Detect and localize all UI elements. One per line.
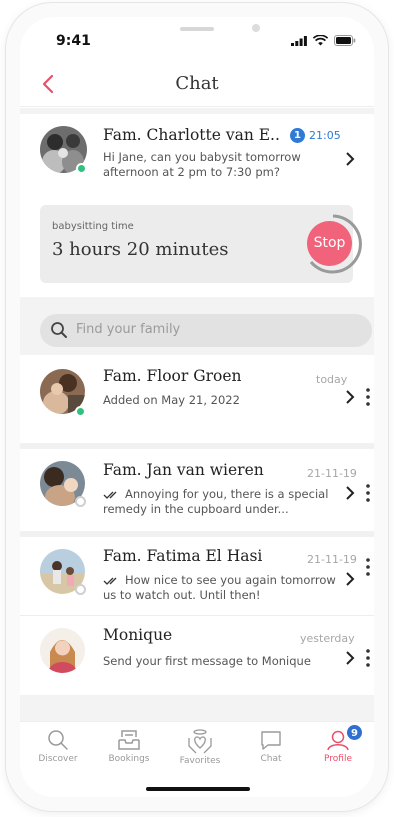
more-options-icon[interactable] xyxy=(365,648,371,668)
status-time: 9:41 xyxy=(56,33,91,49)
conversation-preview: How nice to see you again tomorrow us to… xyxy=(103,573,336,602)
stop-button[interactable]: Stop xyxy=(307,221,352,266)
chevron-right-icon[interactable] xyxy=(344,571,356,587)
bottom-tab-bar: Discover Bookings Favorites Chat Profile… xyxy=(20,721,374,797)
chevron-right-icon[interactable] xyxy=(344,485,356,501)
unread-badge: 1 xyxy=(290,128,305,143)
chevron-right-icon[interactable] xyxy=(344,650,356,666)
conversation-row[interactable]: Monique yesterday Send your first messag… xyxy=(20,615,374,695)
status-bar: 9:41 xyxy=(20,17,374,63)
tab-label: Profile xyxy=(324,754,352,764)
conversation-row[interactable]: Fam. Fatima El Hasi 21-11-19 How nice to… xyxy=(20,537,374,615)
app-screen: 9:41 Chat Fam. Charlotte van E.. 1 21:05… xyxy=(20,17,374,797)
list-end-spacer xyxy=(20,695,374,721)
search-placeholder: Find your family xyxy=(76,322,181,337)
more-options-icon[interactable] xyxy=(365,483,371,503)
notch-speaker xyxy=(180,27,214,31)
search-input[interactable]: Find your family xyxy=(40,314,372,347)
conversation-name: Fam. Fatima El Hasi xyxy=(103,547,263,565)
conversation-preview: Annoying for you, there is a special rem… xyxy=(103,487,329,516)
tab-label: Chat xyxy=(260,754,282,764)
inbox-icon xyxy=(118,730,140,750)
conversation-preview: Added on May 21, 2022 xyxy=(103,393,240,407)
conversation-date: yesterday xyxy=(300,632,355,645)
wifi-icon xyxy=(313,35,328,46)
chevron-right-icon[interactable] xyxy=(344,151,356,167)
speech-bubble-icon xyxy=(261,731,281,750)
avatar xyxy=(40,628,85,673)
notch-camera xyxy=(252,24,260,32)
chat-preview: Hi Jane, can you babysit tomorrow aftern… xyxy=(103,150,301,179)
chevron-right-icon[interactable] xyxy=(344,389,356,405)
timer-label: babysitting time xyxy=(52,221,134,232)
conversation-row[interactable]: Fam. Jan van wieren 21-11-19 Annoying fo… xyxy=(20,449,374,531)
active-chat-card[interactable]: Fam. Charlotte van E.. 1 21:05 Hi Jane, … xyxy=(20,114,374,297)
tab-label: Bookings xyxy=(108,754,150,764)
babysitting-timer: babysitting time 3 hours 20 minutes Stop xyxy=(40,205,362,283)
conversation-date: 21-11-19 xyxy=(307,467,357,480)
battery-icon xyxy=(334,35,356,46)
tab-chat[interactable]: Chat xyxy=(243,728,299,778)
signal-icon xyxy=(291,35,307,46)
tab-discover[interactable]: Discover xyxy=(30,728,86,778)
tab-bookings[interactable]: Bookings xyxy=(101,728,157,778)
conversation-preview: Send your first message to Monique xyxy=(103,654,311,668)
conversation-name: Monique xyxy=(103,626,173,644)
more-options-icon[interactable] xyxy=(365,387,371,407)
online-status-dot xyxy=(76,163,87,174)
conversation-date: 21-11-19 xyxy=(307,553,357,566)
online-status-dot xyxy=(75,406,86,417)
tab-label: Favorites xyxy=(179,756,221,766)
conversation-name: Fam. Jan van wieren xyxy=(103,461,264,479)
tab-favorites[interactable]: Favorites xyxy=(172,728,228,778)
chat-name: Fam. Charlotte van E.. xyxy=(103,126,280,144)
notification-badge: 9 xyxy=(346,724,363,741)
timer-value: 3 hours 20 minutes xyxy=(52,239,229,260)
tab-label: Discover xyxy=(38,754,78,764)
conversation-name: Fam. Floor Groen xyxy=(103,367,242,385)
home-indicator xyxy=(146,787,250,791)
chat-time: 21:05 xyxy=(309,129,341,142)
offline-status-dot xyxy=(75,584,86,595)
phone-frame: 9:41 Chat Fam. Charlotte van E.. 1 21:05… xyxy=(6,3,388,811)
heart-hands-icon xyxy=(188,729,212,754)
more-options-icon[interactable] xyxy=(365,557,371,577)
system-icons xyxy=(291,35,356,46)
page-title: Chat xyxy=(175,73,219,94)
conversation-date: today xyxy=(316,373,348,386)
search-icon xyxy=(51,322,67,338)
chat-header: Chat xyxy=(20,63,374,107)
conversation-row[interactable]: Fam. Floor Groen today Added on May 21, … xyxy=(20,355,374,443)
search-icon xyxy=(48,730,68,750)
offline-status-dot xyxy=(75,496,86,507)
tab-profile[interactable]: Profile 9 xyxy=(310,724,366,778)
